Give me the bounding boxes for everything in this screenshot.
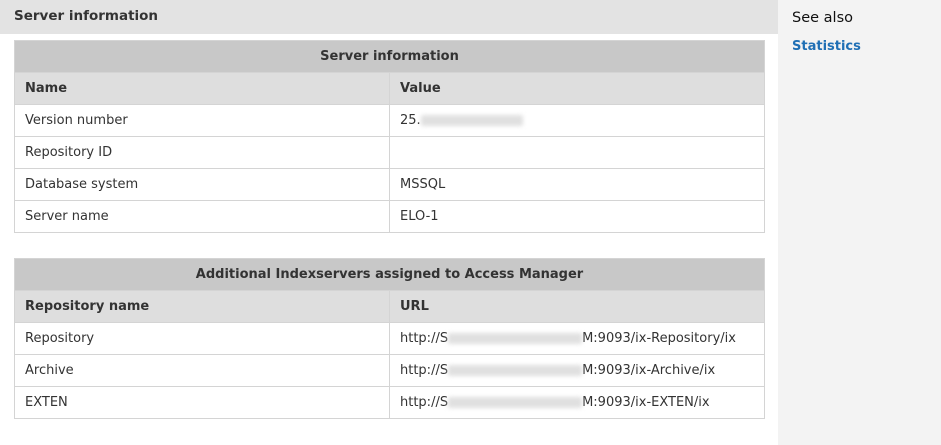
table-row: Repository http://S M:9093/ix-Repository/… bbox=[14, 322, 766, 355]
redacted-hostname bbox=[448, 365, 583, 376]
table-row: Version number 25. bbox=[14, 104, 766, 137]
row-value bbox=[388, 136, 766, 169]
row-name: Repository ID bbox=[14, 136, 390, 169]
see-also-sidebar: See also Statistics bbox=[778, 0, 941, 445]
column-header-url: URL bbox=[388, 290, 766, 323]
url-suffix: M:9093/ix-Repository/ix bbox=[582, 331, 736, 346]
url-prefix: http://S bbox=[400, 363, 449, 378]
table-caption: Server information bbox=[13, 40, 766, 73]
table-caption: Additional Indexservers assigned to Acce… bbox=[13, 258, 766, 291]
row-name: Repository bbox=[14, 322, 390, 355]
column-header-name: Name bbox=[14, 72, 390, 105]
url-prefix: http://S bbox=[400, 331, 449, 346]
table-row: Database system MSSQL bbox=[14, 168, 766, 201]
redacted-value bbox=[420, 115, 523, 126]
column-header-repository-name: Repository name bbox=[14, 290, 390, 323]
statistics-link[interactable]: Statistics bbox=[792, 39, 941, 54]
row-value: MSSQL bbox=[388, 168, 766, 201]
row-value: ELO-1 bbox=[388, 200, 766, 233]
table-row: Repository ID bbox=[14, 136, 766, 169]
row-url: http://S M:9093/ix-Repository/ix bbox=[388, 322, 766, 355]
url-prefix: http://S bbox=[400, 395, 449, 410]
table-row: Server name ELO-1 bbox=[14, 200, 766, 233]
version-value: 25. bbox=[400, 113, 421, 128]
see-also-heading: See also bbox=[792, 10, 853, 26]
row-name: Database system bbox=[14, 168, 390, 201]
column-header-value: Value bbox=[388, 72, 766, 105]
row-value: 25. bbox=[388, 104, 766, 137]
page-title: Server information bbox=[0, 0, 778, 34]
row-name: Version number bbox=[14, 104, 390, 137]
row-url: http://S M:9093/ix-Archive/ix bbox=[388, 354, 766, 387]
table-row: EXTEN http://S M:9093/ix-EXTEN/ix bbox=[14, 386, 766, 419]
indexservers-table: Additional Indexservers assigned to Acce… bbox=[13, 258, 766, 419]
redacted-hostname bbox=[448, 397, 583, 408]
url-suffix: M:9093/ix-EXTEN/ix bbox=[582, 395, 710, 410]
row-name: Server name bbox=[14, 200, 390, 233]
main-content: Server information Server information Na… bbox=[0, 0, 778, 445]
row-url: http://S M:9093/ix-EXTEN/ix bbox=[388, 386, 766, 419]
table-row: Archive http://S M:9093/ix-Archive/ix bbox=[14, 354, 766, 387]
url-suffix: M:9093/ix-Archive/ix bbox=[582, 363, 716, 378]
row-name: EXTEN bbox=[14, 386, 390, 419]
row-name: Archive bbox=[14, 354, 390, 387]
server-info-table: Server information Name Value Version nu… bbox=[13, 40, 766, 233]
redacted-hostname bbox=[448, 333, 583, 344]
